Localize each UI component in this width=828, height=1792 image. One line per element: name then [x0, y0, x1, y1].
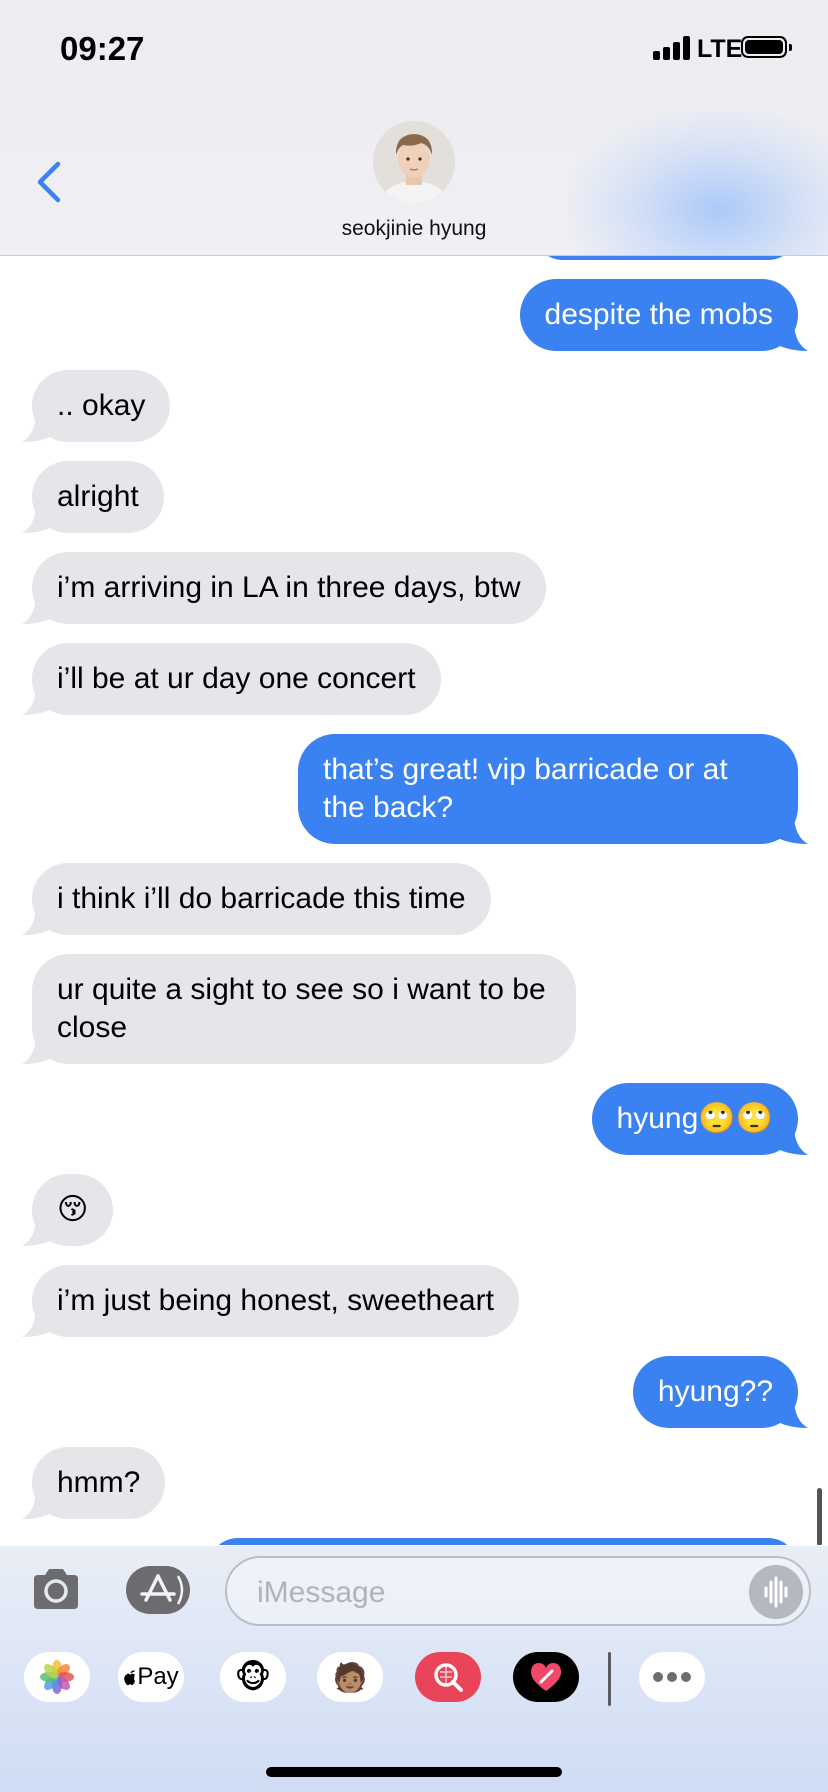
bubble-tail — [22, 1034, 52, 1064]
message-text: hyung?? — [657, 1375, 773, 1408]
photos-app-button[interactable] — [24, 1652, 90, 1702]
status-time: 09:27 — [60, 30, 145, 67]
bubble-tail — [778, 1125, 808, 1155]
chevron-left-icon[interactable] — [32, 160, 68, 204]
bubble-tail — [22, 1489, 52, 1519]
camera-icon[interactable] — [30, 1567, 82, 1611]
animoji-button[interactable]: 🐵 — [220, 1652, 286, 1702]
cellular-signal-icon — [653, 36, 691, 60]
message-text: alright — [57, 480, 139, 513]
bubble-tail — [22, 503, 52, 533]
message-bubble-outgoing[interactable]: hyung?? — [632, 1356, 808, 1428]
bubble-tail — [778, 814, 808, 844]
digital-touch-button[interactable] — [513, 1652, 579, 1702]
more-icon — [653, 1672, 691, 1682]
bubble-tail — [22, 685, 52, 715]
bubble-tail — [778, 1398, 808, 1428]
bubble-tail — [778, 321, 808, 351]
message-text: .. okay — [57, 389, 146, 422]
app-store-button[interactable] — [126, 1566, 190, 1614]
animoji-monkey-icon: 🐵 — [234, 1659, 272, 1695]
bubble-tail — [22, 1307, 52, 1337]
message-text: hyung🙄🙄 — [616, 1102, 773, 1135]
battery-icon — [741, 36, 792, 58]
avatar-portrait — [373, 121, 455, 203]
bubble-tail — [22, 412, 52, 442]
home-indicator[interactable] — [266, 1767, 562, 1777]
waveform-icon — [764, 1576, 788, 1608]
message-input[interactable] — [255, 1570, 719, 1616]
apple-pay-icon — [124, 1670, 136, 1686]
apple-pay-label: Pay — [137, 1663, 179, 1690]
message-bubble-partial[interactable] — [208, 1538, 798, 1545]
apple-pay-button[interactable]: Pay — [118, 1652, 184, 1702]
message-bubble-outgoing[interactable]: despite the mobs — [519, 279, 808, 351]
more-apps-button[interactable] — [639, 1652, 705, 1702]
message-bubble-incoming[interactable]: i’m arriving in LA in three days, btw — [22, 552, 546, 624]
conversation-header: 09:27 LTE seokjinie hyung — [0, 0, 828, 256]
message-text: 😚 — [57, 1193, 89, 1226]
digital-touch-heart-icon — [530, 1663, 562, 1691]
photos-icon — [40, 1660, 74, 1694]
contact-avatar[interactable] — [373, 121, 455, 203]
bubble-tail — [22, 594, 52, 624]
message-bubble-incoming[interactable]: 😚 — [22, 1174, 114, 1246]
imessage-app-drawer: Pay 🐵 🧑🏽 — [0, 1652, 828, 1708]
bubble-tail — [22, 905, 52, 935]
memoji-button[interactable]: 🧑🏽 — [317, 1652, 383, 1702]
message-text: i’ll be at ur day one concert — [57, 662, 416, 695]
message-bubble-incoming[interactable]: i’m just being honest, sweetheart — [22, 1265, 519, 1337]
audio-message-button[interactable] — [749, 1565, 803, 1619]
memoji-icon: 🧑🏽 — [332, 1661, 368, 1693]
network-type: LTE — [697, 35, 743, 63]
message-bubble-incoming[interactable]: alright — [22, 461, 164, 533]
message-bubble-incoming[interactable]: ur quite a sight to see so i want to be … — [22, 954, 576, 1064]
message-text: i’m arriving in LA in three days, btw — [57, 571, 521, 604]
message-bubble-incoming[interactable]: i think i’ll do barricade this time — [22, 863, 491, 935]
message-text: ur quite a sight to see so i want to be … — [57, 973, 546, 1044]
contact-name[interactable]: seokjinie hyung — [0, 217, 828, 241]
message-text: hmm? — [57, 1466, 141, 1499]
message-text: that’s great! vip barricade or at the ba… — [323, 753, 728, 824]
scrollbar-thumb[interactable] — [817, 1488, 822, 1545]
app-store-icon — [140, 1574, 184, 1605]
message-bubble-outgoing[interactable]: that’s great! vip barricade or at the ba… — [298, 734, 808, 844]
message-text: despite the mobs — [544, 298, 773, 331]
message-bubble-incoming[interactable]: hmm? — [22, 1447, 166, 1519]
message-bubble-incoming[interactable]: .. okay — [22, 370, 171, 442]
message-field[interactable] — [225, 1556, 811, 1626]
image-search-icon — [434, 1663, 463, 1692]
bubble-tail — [22, 1216, 52, 1246]
message-text: i think i’ll do barricade this time — [57, 882, 466, 915]
message-bubble-outgoing[interactable]: hyung🙄🙄 — [591, 1083, 808, 1155]
message-text: i’m just being honest, sweetheart — [57, 1284, 494, 1317]
message-bubble-incoming[interactable]: i’ll be at ur day one concert — [22, 643, 441, 715]
app-drawer-divider — [608, 1652, 611, 1706]
image-search-button[interactable] — [415, 1652, 481, 1702]
